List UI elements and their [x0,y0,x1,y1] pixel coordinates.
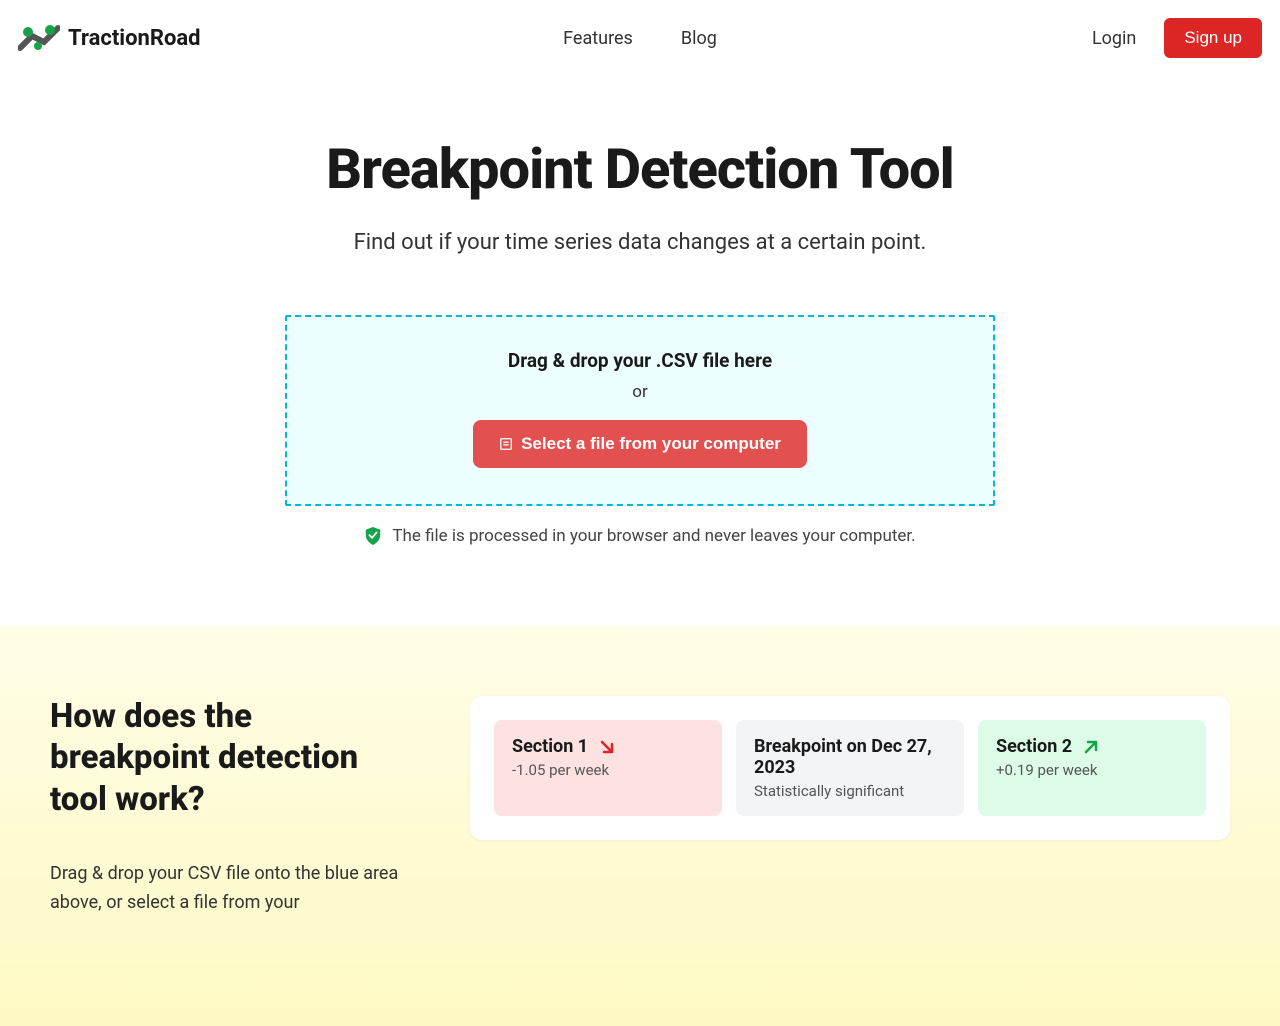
nav-features[interactable]: Features [563,28,633,49]
shield-check-icon [364,526,382,546]
brand-logo[interactable]: TractionRoad [18,20,201,56]
privacy-text: The file is processed in your browser an… [392,526,915,546]
header: TractionRoad Features Blog Login Sign up [0,0,1280,76]
arrow-down-right-icon [598,738,616,756]
result-card-section1: Section 1 -1.05 per week [494,720,722,816]
page-subtitle: Find out if your time series data change… [180,230,1100,255]
select-file-label: Select a file from your computer [521,434,781,454]
result-card-section2: Section 2 +0.19 per week [978,720,1206,816]
brand-name: TractionRoad [68,26,201,51]
section1-subtitle: -1.05 per week [512,761,704,779]
how-it-works-body: Drag & drop your CSV file onto the blue … [50,860,410,918]
result-preview-box: Section 1 -1.05 per week Breakpoint on D… [470,696,1230,840]
breakpoint-subtitle: Statistically significant [754,782,946,800]
select-file-button[interactable]: Select a file from your computer [473,420,807,468]
dropzone-title: Drag & drop your .CSV file here [327,349,953,372]
section2-subtitle: +0.19 per week [996,761,1188,779]
how-it-works-section: How does the breakpoint detection tool w… [0,626,1280,1026]
section1-title: Section 1 [512,736,588,757]
logo-icon [18,20,60,56]
breakpoint-title: Breakpoint on Dec 27, 2023 [754,736,946,778]
signup-button[interactable]: Sign up [1164,18,1262,58]
how-it-works-heading: How does the breakpoint detection tool w… [50,696,410,820]
login-link[interactable]: Login [1092,28,1136,49]
arrow-up-right-icon [1082,738,1100,756]
nav-blog[interactable]: Blog [681,28,717,49]
file-dropzone[interactable]: Drag & drop your .CSV file here or Selec… [285,315,995,506]
dropzone-or-text: or [327,382,953,402]
main-nav: Features Blog [563,28,717,49]
header-right: Login Sign up [1092,18,1262,58]
page-title: Breakpoint Detection Tool [180,136,1100,202]
result-card-breakpoint: Breakpoint on Dec 27, 2023 Statistically… [736,720,964,816]
hero-section: Breakpoint Detection Tool Find out if yo… [160,76,1120,626]
section2-title: Section 2 [996,736,1072,757]
file-icon [499,437,513,451]
privacy-note: The file is processed in your browser an… [180,526,1100,546]
